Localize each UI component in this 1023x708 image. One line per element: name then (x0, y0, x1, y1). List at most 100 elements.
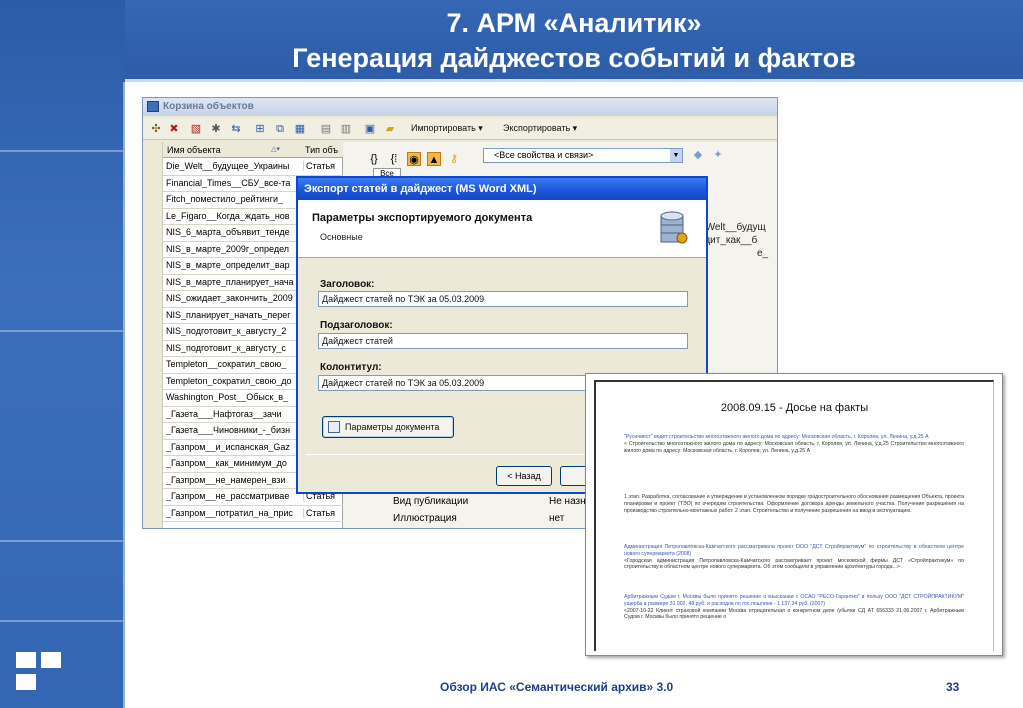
row-name: _Газпром__не_рассматривае (166, 491, 290, 501)
properties-filter-select[interactable]: <Все свойства и связи> ▼ (483, 148, 683, 163)
row-name: _Газета___Нафтогаз__зачи (166, 408, 282, 419)
dialog-header: Параметры экспортируемого документа Осно… (298, 200, 706, 258)
document-icon (328, 421, 340, 433)
row-type: Статья (303, 161, 343, 171)
document-title: 2008.09.15 - Досье на факты (720, 402, 869, 414)
row-name: _Газпром__и_испанская_Gaz (166, 441, 290, 452)
dialog-title: Экспорт статей в дайджест (MS Word XML) (298, 178, 706, 200)
page-icon[interactable]: ▤ (319, 122, 333, 136)
save-icon[interactable]: ▣ (363, 122, 377, 136)
paragraph-text: 1 этап. Разработка, согласование и утвер… (624, 494, 964, 514)
app-icon (147, 101, 159, 112)
col-header-name[interactable]: Имя объекта (167, 145, 221, 155)
document-paragraph: "Русинвест" ведет строительство многоэта… (624, 434, 964, 454)
row-type: Статья (303, 507, 343, 518)
slide-footer: Обзор ИАС «Семантический архив» 3.0 (440, 680, 674, 694)
row-name: NIS_в_марте_2009г_определ (166, 243, 290, 254)
main-toolbar: ✣ ✖ ▧ ✱ ⇆ ⊞ ⧉ ▦ ▤ ▥ ▣ ▰ Импортировать ▾ … (143, 118, 777, 140)
nav-back-icon[interactable]: ◆ (691, 148, 705, 162)
prop-label: Вид публикации (393, 496, 469, 507)
key-icon[interactable]: ⚷ (447, 152, 461, 166)
table-row[interactable]: Die_Welt__будущее_Украины Статья (163, 159, 343, 176)
paragraph-text: <Городская администрация Петропавловска-… (624, 557, 964, 571)
add-icon[interactable]: ⊞ (253, 122, 267, 136)
braces-alt-icon[interactable]: {⁞ (387, 152, 401, 166)
copy-icon[interactable]: ⧉ (273, 122, 287, 136)
title-band: 7. АРМ «Аналитик» Генерация дайджестов с… (125, 0, 1023, 82)
grid-header: Имя объекта △▾ Тип объ (163, 142, 343, 158)
slide-subtitle: Генерация дайджестов событий и фактов (292, 43, 856, 73)
row-name: NIS_в_марте_определит_вар (166, 260, 290, 270)
print-icon[interactable]: ▥ (339, 122, 353, 136)
prop-value: нет (549, 513, 565, 524)
row-name: Templeton_сократил_свою_до (166, 375, 292, 386)
settings-icon[interactable]: ✱ (209, 122, 223, 136)
row-name: Financial_Times__СБУ_все-та (166, 177, 291, 188)
decor-squares-icon (16, 652, 64, 692)
row-name: Die_Welt__будущее_Украины (166, 161, 290, 171)
chevron-down-icon[interactable]: ▼ (670, 149, 682, 162)
slide-title: 7. АРМ «Аналитик» (446, 8, 702, 38)
filter-icon[interactable]: ▲ (427, 152, 441, 166)
col-header-type[interactable]: Тип объ (305, 145, 338, 155)
document-paragraph: 1 этап. Разработка, согласование и утвер… (624, 494, 964, 514)
footer-field-label: Колонтитул: (320, 362, 382, 373)
back-button[interactable]: < Назад (496, 466, 552, 486)
row-name: Templeton__сократил_свою_ (166, 359, 287, 369)
left-decor-line (123, 82, 125, 708)
document-paragraph: Арбитражным Судом г. Москвы было принято… (624, 594, 964, 621)
paragraph-heading: Арбитражным Судом г. Москвы было принято… (624, 594, 964, 607)
row-name: NIS_подготовит_к_августу_с (166, 342, 286, 353)
move-icon[interactable]: ✣ (149, 122, 163, 136)
row-name: _Газпром__не_намерен_взи (166, 474, 286, 485)
highlight-icon[interactable]: ◉ (407, 152, 421, 166)
subtitle-field-label: Подзаголовок: (320, 320, 393, 331)
bg-text-line-3: е_ (757, 248, 769, 259)
row-name: Fitch_поместило_рейтинги_ (166, 194, 284, 204)
row-name: Le_Figaro__Когда_ждать_нов (166, 210, 290, 221)
link-icon[interactable]: ⇆ (229, 122, 243, 136)
paragraph-heading: Администрация Петропавловска-Камчатского… (624, 544, 964, 557)
document-preview: 2008.09.15 - Досье на факты "Русинвест" … (585, 373, 1003, 656)
title-field[interactable]: Дайджест статей по ТЭК за 05.03.2009 (318, 291, 688, 307)
title-field-label: Заголовок: (320, 279, 375, 290)
row-name: Washington_Post__Обыск_в_ (166, 392, 289, 402)
row-name: NIS_6_марта_объявит_тенде (166, 227, 290, 237)
subtitle-field[interactable]: Дайджест статей (318, 333, 688, 349)
row-name: _Газета___Чиновники_-_бизн (166, 425, 291, 435)
row-name: NIS_ожидает_закончить_2009 (166, 293, 293, 303)
prop-value: Не назн (549, 496, 586, 507)
braces-icon[interactable]: {} (367, 152, 381, 166)
paragraph-text: < Строительство многоэтажного жилого дом… (624, 440, 964, 454)
page-number: 33 (946, 680, 960, 694)
filter-selected-value: <Все свойства и связи> (494, 150, 594, 160)
dialog-header-title: Параметры экспортируемого документа (312, 212, 533, 224)
document-paragraph: Администрация Петропавловска-Камчатского… (624, 544, 964, 571)
document-params-button[interactable]: Параметры документа (322, 416, 454, 438)
slide: 7. АРМ «Аналитик» Генерация дайджестов с… (0, 0, 1023, 708)
row-name: NIS_в_марте_планирует_нача (166, 276, 294, 287)
paragraph-text: <2007-10-22 Клиент страховой компании Мо… (624, 607, 964, 621)
paragraph-heading: "Русинвест" ведет строительство многоэта… (624, 434, 929, 440)
left-decor-band (0, 0, 125, 708)
export-menu[interactable]: Экспортировать ▾ (503, 123, 577, 134)
table-icon[interactable]: ▦ (293, 122, 307, 136)
row-name: NIS_подготовит_к_августу_2 (166, 326, 287, 336)
dialog-header-subtitle: Основные (320, 232, 363, 242)
row-name: _Газпром__потратил_на_прис (166, 507, 293, 518)
window-title: Корзина объектов (163, 101, 254, 112)
folder-icon[interactable]: ▰ (383, 122, 397, 136)
nav-star-icon[interactable]: ✦ (711, 148, 725, 162)
document-page: 2008.09.15 - Досье на факты "Русинвест" … (594, 380, 994, 651)
sort-icon[interactable]: △▾ (271, 145, 280, 153)
import-menu[interactable]: Импортировать ▾ (411, 123, 483, 134)
prop-label: Иллюстрация (393, 513, 457, 524)
database-icon (660, 211, 688, 244)
row-name: NIS_планирует_начать_перег (166, 309, 291, 320)
row-name: _Газпром__как_минимум_до (166, 458, 287, 468)
window-titlebar: Корзина объектов (143, 98, 777, 116)
table-row[interactable]: _Газпром__потратил_на_прис Статья (163, 506, 343, 522)
document-params-label: Параметры документа (345, 422, 440, 432)
delete-icon[interactable]: ✖ (167, 122, 181, 136)
remove-doc-icon[interactable]: ▧ (189, 122, 203, 136)
